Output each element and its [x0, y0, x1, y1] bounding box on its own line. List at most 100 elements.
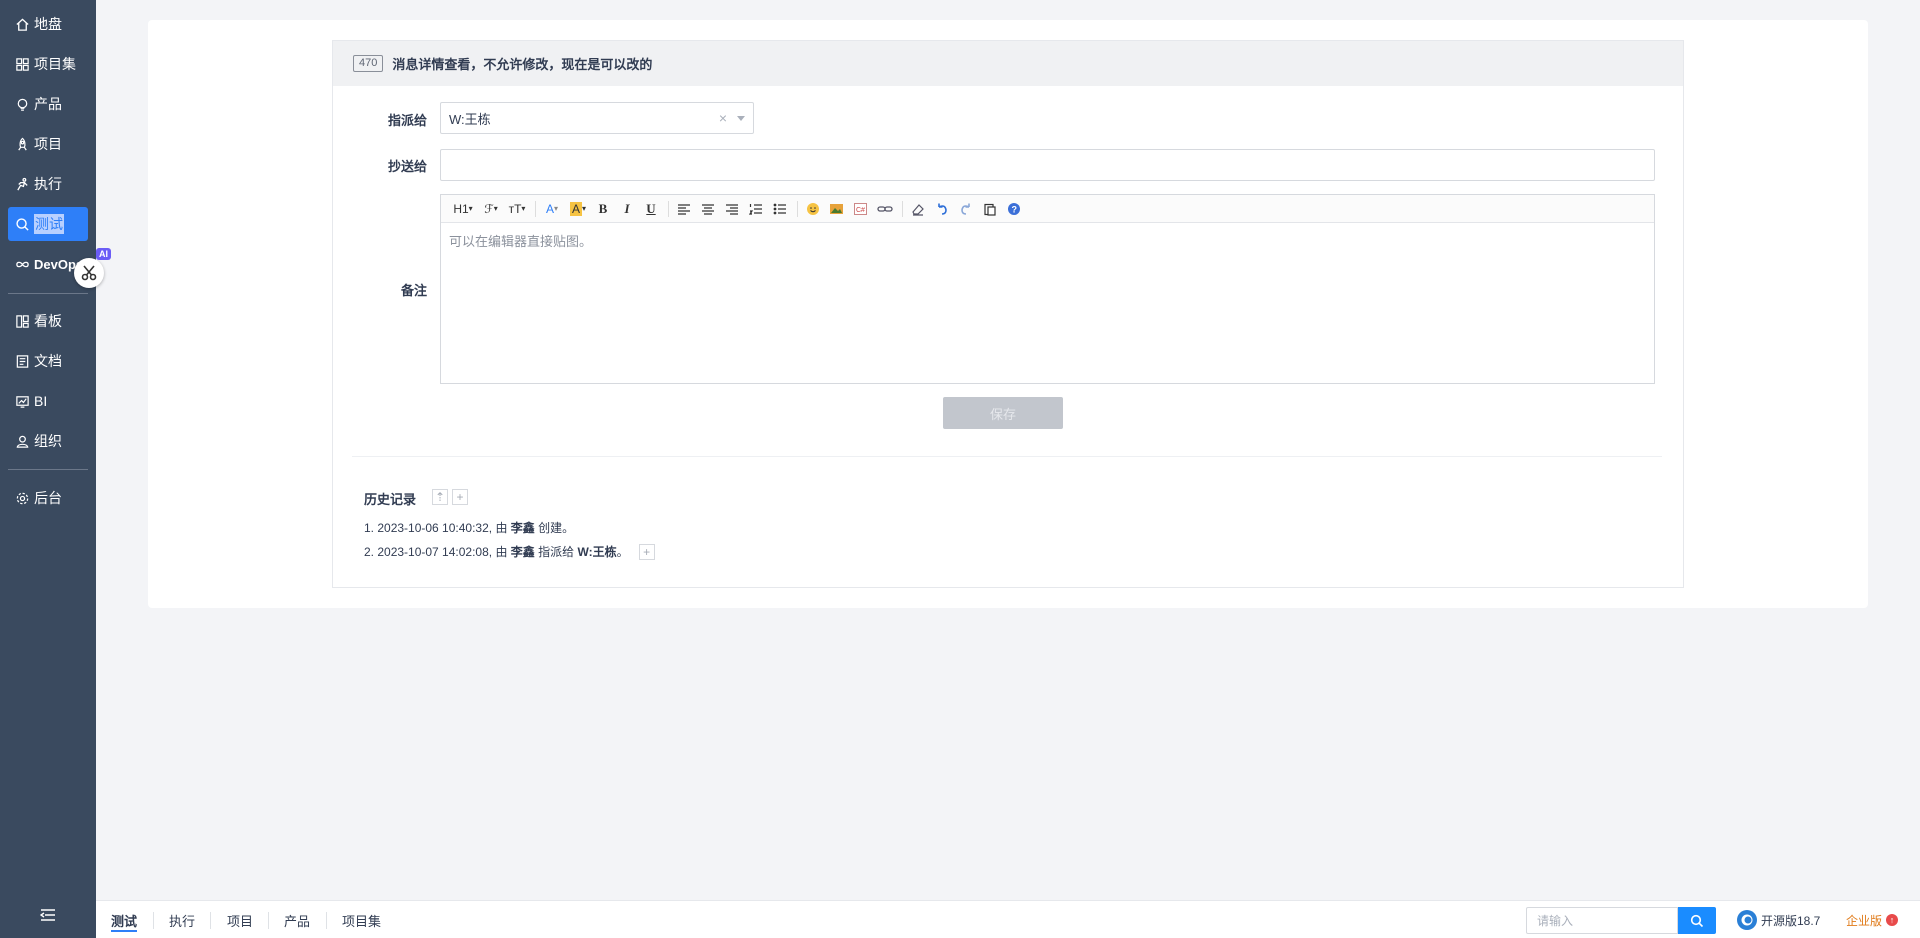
sidebar-item-org[interactable]: 组织	[8, 424, 88, 458]
sidebar-item-label: 看板	[34, 313, 62, 329]
sidebar-item-label: 项目集	[34, 56, 76, 72]
zentao-logo-icon	[1737, 910, 1757, 930]
sidebar-item-label: 测试	[34, 214, 64, 234]
upgrade-icon: ↑	[1886, 914, 1899, 926]
bold-button[interactable]: B	[592, 199, 614, 219]
image-icon[interactable]	[826, 199, 848, 219]
bottom-tab-project[interactable]: 项目	[227, 901, 253, 938]
search-button[interactable]	[1678, 907, 1716, 934]
heading-button[interactable]: H1 ▾	[449, 199, 477, 219]
italic-button[interactable]: I	[616, 199, 638, 219]
assign-select[interactable]: W:王栋 ×	[440, 102, 754, 134]
link-icon[interactable]	[874, 199, 896, 219]
sidebar-item-label: BI	[34, 393, 48, 409]
search-input[interactable]: 请输入	[1526, 907, 1678, 934]
sidebar-divider	[8, 469, 88, 470]
cc-label: 抄送给	[387, 159, 427, 174]
underline-button[interactable]: U	[640, 199, 662, 219]
history-entry-text: 创建。	[534, 521, 575, 535]
sidebar-item-execution[interactable]: 执行	[8, 167, 88, 201]
history-entry: 1. 2023-10-06 10:40:32, 由 李鑫 创建。	[364, 516, 655, 540]
sidebar-item-bi[interactable]: BI	[8, 384, 88, 418]
version-info[interactable]: 开源版18.7	[1736, 901, 1820, 938]
sidebar-item-program[interactable]: 项目集	[8, 47, 88, 81]
ordered-list-icon[interactable]	[745, 199, 767, 219]
save-button[interactable]: 保存	[943, 397, 1063, 429]
sidebar-item-label: 文档	[34, 353, 62, 369]
assign-label: 指派给	[387, 113, 427, 128]
editor-placeholder: 可以在编辑器直接贴图。	[449, 234, 593, 249]
toolbar-divider	[797, 200, 798, 217]
align-center-icon[interactable]	[697, 199, 719, 219]
history-entry-text: 。	[616, 545, 629, 559]
clear-icon[interactable]: ×	[719, 110, 727, 126]
code-icon[interactable]: C#	[850, 199, 872, 219]
sidebar-item-project[interactable]: 项目	[8, 127, 88, 161]
expand-all-icon[interactable]: +	[452, 489, 468, 505]
kanban-icon	[14, 313, 30, 329]
cc-input[interactable]	[440, 149, 1655, 181]
sidebar-item-admin[interactable]: 后台	[8, 481, 88, 515]
panel-header: 470 消息详情查看，不允许修改，现在是可以改的	[333, 41, 1683, 86]
bottom-tab-execution[interactable]: 执行	[169, 901, 195, 938]
home-icon	[14, 16, 30, 32]
bottom-tab-program[interactable]: 项目集	[342, 901, 381, 938]
eraser-icon[interactable]	[907, 199, 929, 219]
svg-text:?: ?	[1012, 204, 1018, 214]
toolbar-divider	[902, 200, 903, 217]
infinity-icon	[14, 256, 30, 272]
user-icon	[14, 433, 30, 449]
history-title: 历史记录	[364, 492, 417, 507]
version-label: 开源版18.7	[1761, 913, 1821, 928]
highlight-color-button[interactable]: A ▾	[566, 199, 590, 219]
search-icon	[14, 216, 30, 232]
sidebar-item-label: 执行	[34, 176, 62, 192]
ai-tag: AI	[96, 248, 111, 260]
sidebar-item-dashboard[interactable]: 地盘	[8, 7, 88, 41]
sidebar-item-doc[interactable]: 文档	[8, 344, 88, 378]
help-icon[interactable]: ?	[1003, 199, 1025, 219]
section-divider	[352, 456, 1662, 457]
expand-entry-icon[interactable]: +	[638, 544, 655, 560]
history-entry-text: 2. 2023-10-07 14:02:08, 由	[364, 545, 511, 559]
history-entry-user: 李鑫	[510, 521, 535, 535]
bottom-tab-test[interactable]: 测试	[111, 901, 138, 938]
align-right-icon[interactable]	[721, 199, 743, 219]
bottom-bar: 测试 执行 项目 产品 项目集 请输入 开源版18.7 企业版 ↑	[96, 900, 1920, 938]
font-color-button[interactable]: A ▾	[540, 199, 564, 219]
align-left-icon[interactable]	[673, 199, 695, 219]
sidebar-item-label: 组织	[34, 433, 62, 449]
font-size-button[interactable]: тT ▾	[505, 199, 529, 219]
crumb-separator	[268, 912, 269, 929]
sidebar-item-test[interactable]: 测试	[8, 207, 88, 241]
crumb-separator	[210, 912, 211, 929]
history-list: 1. 2023-10-06 10:40:32, 由 李鑫 创建。 2. 2023…	[364, 516, 655, 564]
history-entry-text: 指派给	[534, 545, 578, 559]
paste-icon[interactable]	[979, 199, 1001, 219]
redo-icon[interactable]	[955, 199, 977, 219]
toolbar-divider	[668, 200, 669, 217]
history-entry-text: 1. 2023-10-06 10:40:32, 由	[364, 521, 511, 535]
collapse-menu-icon[interactable]	[39, 908, 56, 922]
grid-icon	[14, 56, 30, 72]
svg-text:C#: C#	[856, 207, 865, 214]
rocket-icon	[14, 136, 30, 152]
chevron-down-icon[interactable]	[737, 116, 745, 121]
unordered-list-icon[interactable]	[769, 199, 791, 219]
enterprise-link[interactable]: 企业版 ↑	[1846, 901, 1899, 938]
collapse-all-icon[interactable]: ⇡	[432, 489, 448, 505]
ai-assistant-button[interactable]: AI	[74, 248, 111, 288]
sidebar-item-label: 产品	[34, 96, 62, 112]
font-family-button[interactable]: ℱ ▾	[479, 199, 503, 219]
sidebar-item-kanban[interactable]: 看板	[8, 304, 88, 338]
emoji-icon[interactable]	[802, 199, 824, 219]
remark-editor[interactable]: H1 ▾ ℱ ▾ тT ▾ A ▾ A ▾ B I U C# ? 可以在编辑器直接贴图。	[440, 194, 1655, 384]
sidebar-item-label: 项目	[34, 136, 62, 152]
editor-content[interactable]: 可以在编辑器直接贴图。	[441, 223, 1654, 258]
bottom-tab-product[interactable]: 产品	[284, 901, 310, 938]
id-badge: 470	[353, 55, 384, 72]
history-entry: 2. 2023-10-07 14:02:08, 由 李鑫 指派给 W:王栋。 +	[364, 540, 655, 564]
sidebar-item-product[interactable]: 产品	[8, 87, 88, 121]
undo-icon[interactable]	[931, 199, 953, 219]
sidebar-item-label: 地盘	[34, 16, 62, 32]
